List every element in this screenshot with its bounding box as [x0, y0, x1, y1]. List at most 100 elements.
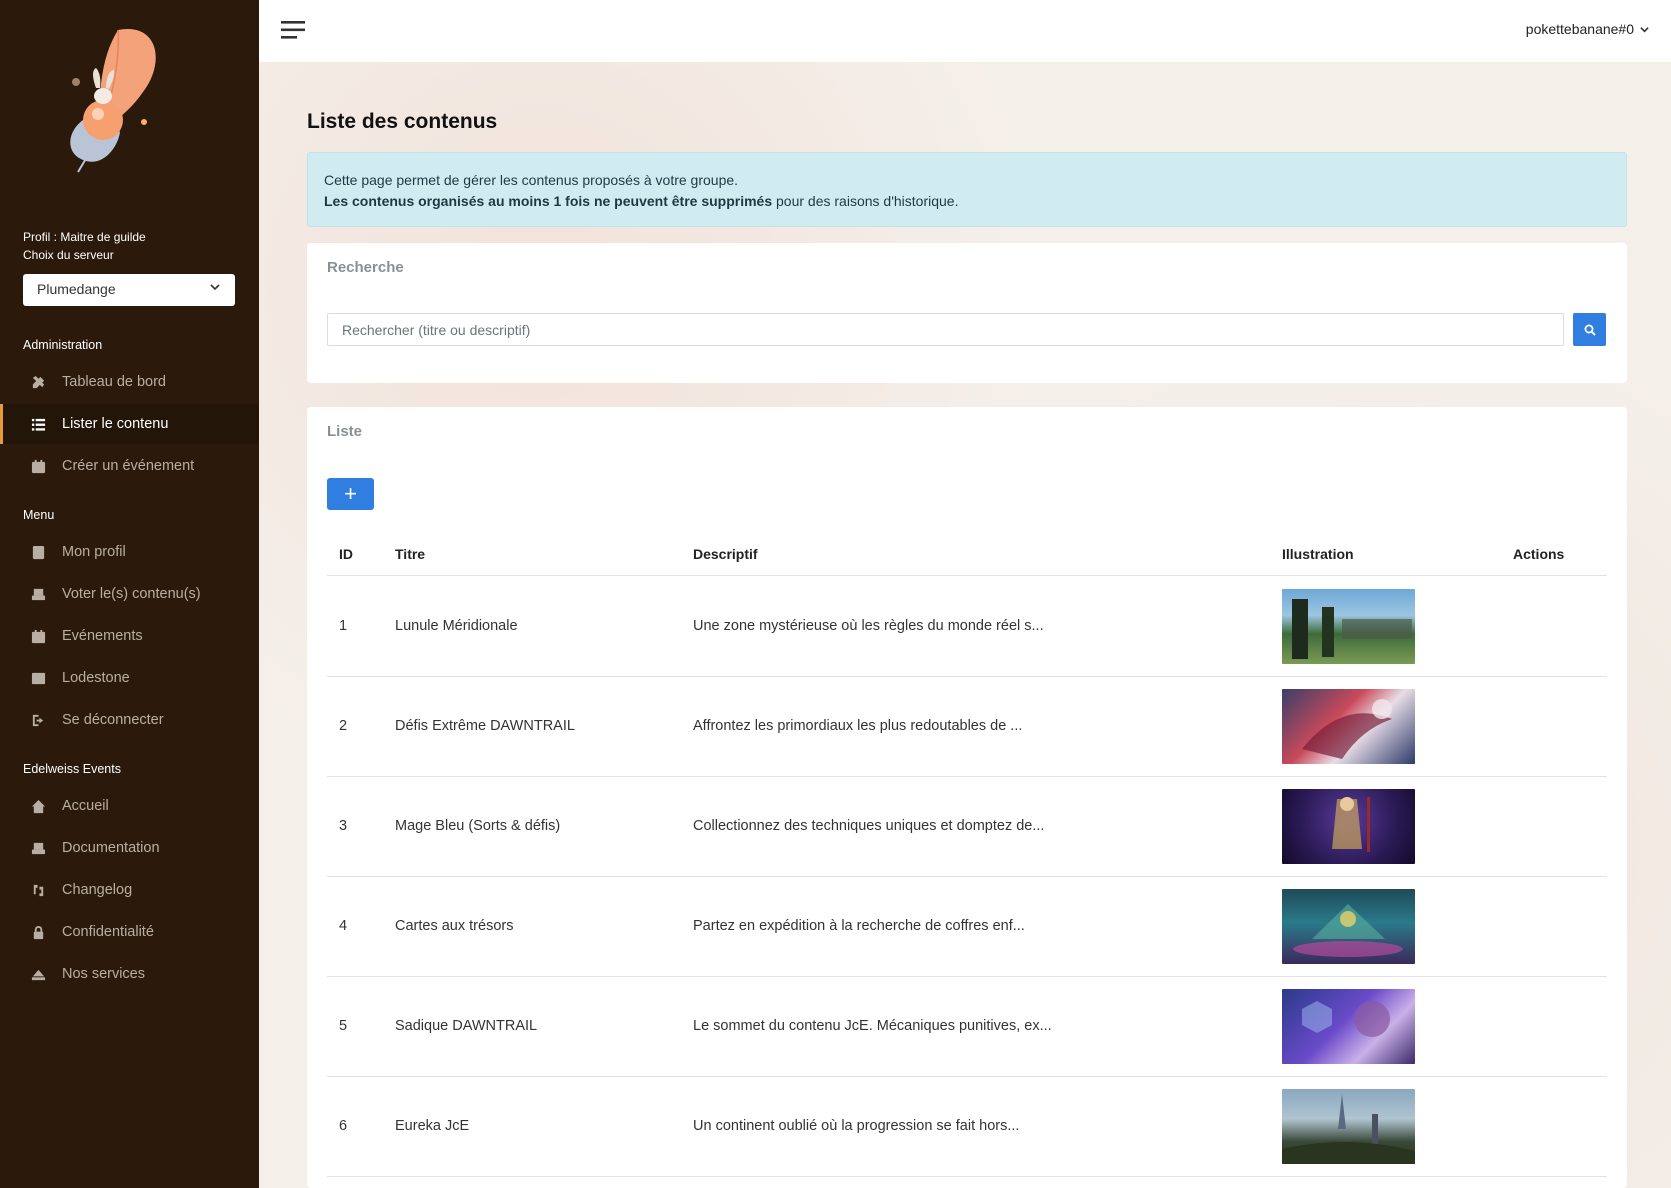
- column-header-title: Titre: [395, 546, 426, 562]
- row-illustration: [1282, 789, 1415, 864]
- tools-icon: [30, 374, 46, 390]
- logout-icon: [30, 712, 46, 728]
- sidebar-item-changelog[interactable]: Changelog: [0, 870, 259, 910]
- table-row: 6 Eureka JcE Un continent oublié où la p…: [327, 1077, 1607, 1177]
- server-label: Choix du serveur: [23, 248, 114, 262]
- search-button[interactable]: [1573, 313, 1606, 346]
- row-title: Eureka JcE: [395, 1118, 470, 1134]
- search-input[interactable]: [327, 313, 1564, 346]
- row-description: Affrontez les primordiaux les plus redou…: [693, 718, 1023, 734]
- calendar-plus-icon: [30, 458, 46, 474]
- list-icon: [30, 416, 46, 432]
- add-content-button[interactable]: +: [327, 478, 374, 510]
- table-row: 2 Défis Extrême DAWNTRAIL Affrontez les …: [327, 677, 1607, 777]
- lock-icon: [30, 924, 46, 940]
- row-description: Partez en expédition à la recherche de c…: [693, 918, 1025, 934]
- row-illustration: [1282, 689, 1415, 764]
- sidebar-item-label: Nos services: [62, 966, 145, 982]
- row-id: 2: [339, 718, 348, 734]
- list-card: Liste + ID Titre Descriptif Illustration…: [307, 407, 1627, 1188]
- sidebar-item-create-event[interactable]: Créer un événement: [0, 446, 259, 486]
- sidebar-item-lodestone[interactable]: Lodestone: [0, 658, 259, 698]
- row-title: Sadique DAWNTRAIL: [395, 1018, 538, 1034]
- logo-feather-icon: [48, 22, 168, 190]
- row-id: 6: [339, 1118, 348, 1134]
- row-description: Collectionnez des techniques uniques et …: [693, 818, 1045, 834]
- chevron-down-icon: [1640, 26, 1649, 32]
- row-id: 3: [339, 818, 348, 834]
- sidebar-item-label: Créer un événement: [62, 458, 195, 474]
- row-id: 4: [339, 918, 348, 934]
- chevron-down-icon: [210, 284, 220, 291]
- sidebar-item-vote[interactable]: Voter le(s) contenu(s): [0, 574, 259, 614]
- sidebar-item-profile[interactable]: Mon profil: [0, 532, 259, 572]
- alert-line-1: Cette page permet de gérer les contenus …: [324, 172, 739, 188]
- calendar-icon: [30, 628, 46, 644]
- column-header-actions: Actions: [1513, 546, 1565, 562]
- column-header-id: ID: [339, 546, 353, 562]
- hamburger-menu-icon[interactable]: [281, 19, 307, 41]
- sidebar-item-home[interactable]: Accueil: [0, 786, 259, 826]
- search-icon: [1584, 324, 1596, 336]
- row-illustration: [1282, 1089, 1415, 1164]
- sidebar-item-label: Lodestone: [62, 670, 130, 686]
- sidebar-item-label: Documentation: [62, 840, 160, 856]
- row-description: Un continent oublié où la progression se…: [693, 1118, 1020, 1134]
- book-icon: [30, 840, 46, 856]
- table-row: 5 Sadique DAWNTRAIL Le sommet du contenu…: [327, 977, 1607, 1077]
- table-row: 3 Mage Bleu (Sorts & défis) Collectionne…: [327, 777, 1607, 877]
- row-title: Mage Bleu (Sorts & défis): [395, 818, 561, 834]
- sidebar-item-content-list[interactable]: Lister le contenu: [0, 404, 259, 444]
- table-header: ID Titre Descriptif Illustration Actions: [327, 532, 1607, 576]
- section-title-menu: Menu: [23, 508, 55, 522]
- home-icon: [30, 798, 46, 814]
- sidebar-item-documentation[interactable]: Documentation: [0, 828, 259, 868]
- info-alert: Cette page permet de gérer les contenus …: [307, 152, 1627, 227]
- sidebar-item-logout[interactable]: Se déconnecter: [0, 700, 259, 740]
- services-icon: [30, 966, 46, 982]
- sidebar: Profil : Maitre de guilde Choix du serve…: [0, 0, 259, 1188]
- section-title-administration: Administration: [23, 338, 103, 352]
- table-row: 4 Cartes aux trésors Partez en expéditio…: [327, 877, 1607, 977]
- sidebar-item-privacy[interactable]: Confidentialité: [0, 912, 259, 952]
- alert-line-2: Les contenus organisés au moins 1 fois n…: [324, 191, 1610, 212]
- sidebar-item-label: Accueil: [62, 798, 109, 814]
- search-card: Recherche: [307, 243, 1627, 383]
- newspaper-icon: [30, 670, 46, 686]
- search-card-title: Recherche: [327, 259, 404, 276]
- username: pokettebanane#0: [1525, 21, 1634, 37]
- sidebar-item-dashboard[interactable]: Tableau de bord: [0, 362, 259, 402]
- row-illustration: [1282, 589, 1415, 664]
- row-illustration: [1282, 889, 1415, 964]
- sidebar-item-label: Voter le(s) contenu(s): [62, 586, 201, 602]
- changelog-icon: [30, 882, 46, 898]
- row-title: Défis Extrême DAWNTRAIL: [395, 718, 575, 734]
- row-id: 5: [339, 1018, 348, 1034]
- sidebar-item-label: Tableau de bord: [62, 374, 166, 390]
- row-description: Une zone mystérieuse où les règles du mo…: [693, 618, 1044, 634]
- profile-role: Profil : Maitre de guilde: [23, 230, 146, 244]
- table-row: 1 Lunule Méridionale Une zone mystérieus…: [327, 577, 1607, 677]
- alert-rest-text: pour des raisons d'historique.: [772, 193, 959, 209]
- row-title: Lunule Méridionale: [395, 618, 518, 634]
- sidebar-item-label: Lister le contenu: [62, 416, 169, 432]
- column-header-description: Descriptif: [693, 546, 758, 562]
- row-id: 1: [339, 618, 348, 634]
- alert-bold-text: Les contenus organisés au moins 1 fois n…: [324, 193, 773, 209]
- sidebar-item-label: Se déconnecter: [62, 712, 164, 728]
- row-title: Cartes aux trésors: [395, 918, 514, 934]
- id-card-icon: [30, 544, 46, 560]
- section-title-edelweiss: Edelweiss Events: [23, 762, 121, 776]
- top-bar: pokettebanane#0: [259, 0, 1671, 62]
- vote-box-icon: [30, 586, 46, 602]
- column-header-illustration: Illustration: [1282, 546, 1354, 562]
- sidebar-item-label: Confidentialité: [62, 924, 154, 940]
- sidebar-item-events[interactable]: Evénements: [0, 616, 259, 656]
- sidebar-item-label: Changelog: [62, 882, 133, 898]
- server-select[interactable]: Plumedange: [23, 274, 235, 306]
- sidebar-item-label: Mon profil: [62, 544, 126, 560]
- row-description: Le sommet du contenu JcE. Mécaniques pun…: [693, 1018, 1052, 1034]
- sidebar-item-services[interactable]: Nos services: [0, 954, 259, 994]
- sidebar-item-label: Evénements: [62, 628, 143, 644]
- user-menu[interactable]: pokettebanane#0: [1526, 21, 1649, 37]
